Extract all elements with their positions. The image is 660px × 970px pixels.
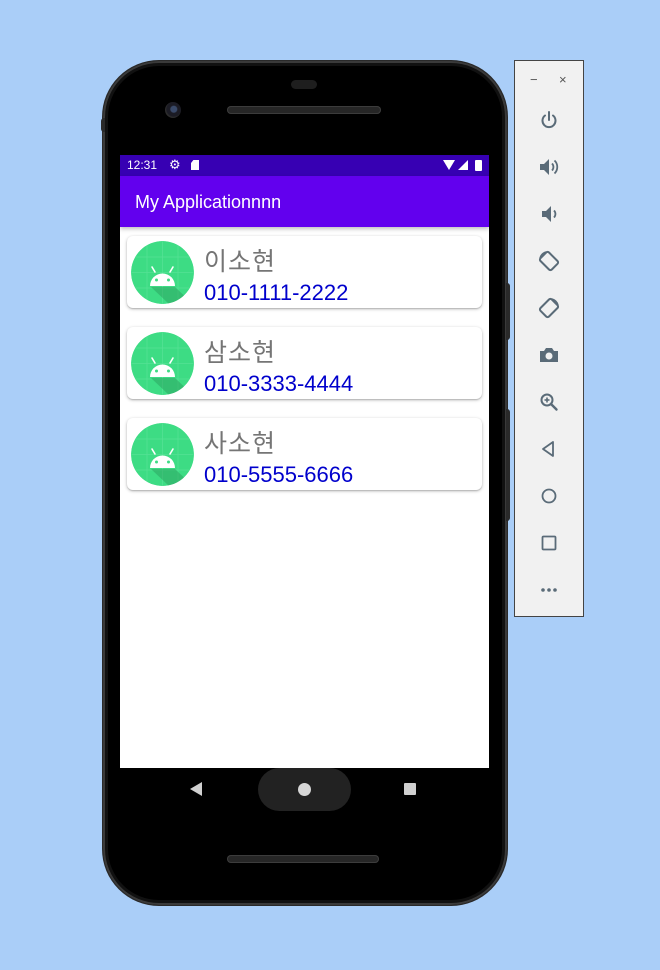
contact-phone: 010-1111-2222 <box>204 280 349 305</box>
emulator-toolbar: − × <box>514 60 584 617</box>
overview-icon[interactable] <box>535 529 563 557</box>
sensor-slot <box>291 80 317 89</box>
status-time: 12:31 <box>127 158 158 172</box>
android-avatar-icon <box>131 423 194 486</box>
gear-icon: ⚙ <box>169 157 181 172</box>
contact-name: 삼소현 <box>204 338 277 367</box>
rotate-right-icon[interactable] <box>535 294 563 322</box>
cell-signal-icon <box>458 160 468 170</box>
minimize-button[interactable]: − <box>530 72 538 88</box>
rotate-left-icon[interactable] <box>535 247 563 275</box>
list-item[interactable]: 사소현 010-5555-6666 <box>127 418 482 490</box>
more-icon[interactable] <box>535 576 563 604</box>
sd-card-icon <box>191 160 199 170</box>
home-icon[interactable] <box>535 482 563 510</box>
close-button[interactable]: × <box>559 72 567 88</box>
list-item[interactable]: 삼소현 010-3333-4444 <box>127 327 482 399</box>
camera-icon[interactable] <box>535 341 563 369</box>
contact-phone: 010-5555-6666 <box>204 462 354 487</box>
back-icon[interactable] <box>535 435 563 463</box>
recents-icon[interactable] <box>404 783 416 795</box>
home-icon[interactable] <box>298 783 311 796</box>
contact-name: 이소현 <box>204 247 277 276</box>
phone-left-rim <box>101 118 105 132</box>
front-camera-icon <box>165 102 181 118</box>
wifi-icon <box>443 160 455 170</box>
device-screen: 12:31 ⚙ My Applicationnnn 이소현 010-1111-2… <box>120 155 489 768</box>
bottom-speaker <box>227 855 379 863</box>
battery-icon <box>475 160 482 171</box>
volume-down-icon[interactable] <box>535 200 563 228</box>
status-bar: 12:31 ⚙ <box>120 155 489 176</box>
contact-name: 사소현 <box>204 429 277 458</box>
power-icon[interactable] <box>535 106 563 134</box>
app-title: My Applicationnnn <box>135 192 282 212</box>
phone-power-key <box>506 283 510 340</box>
earpiece-speaker <box>227 106 381 114</box>
app-bar: My Applicationnnn <box>120 176 489 227</box>
android-avatar-icon <box>131 241 194 304</box>
phone-volume-key <box>506 409 510 521</box>
contact-phone: 010-3333-4444 <box>204 371 354 396</box>
volume-up-icon[interactable] <box>535 153 563 181</box>
android-avatar-icon <box>131 332 194 395</box>
list-item[interactable]: 이소현 010-1111-2222 <box>127 236 482 308</box>
back-icon[interactable] <box>190 782 202 796</box>
zoom-icon[interactable] <box>535 388 563 416</box>
